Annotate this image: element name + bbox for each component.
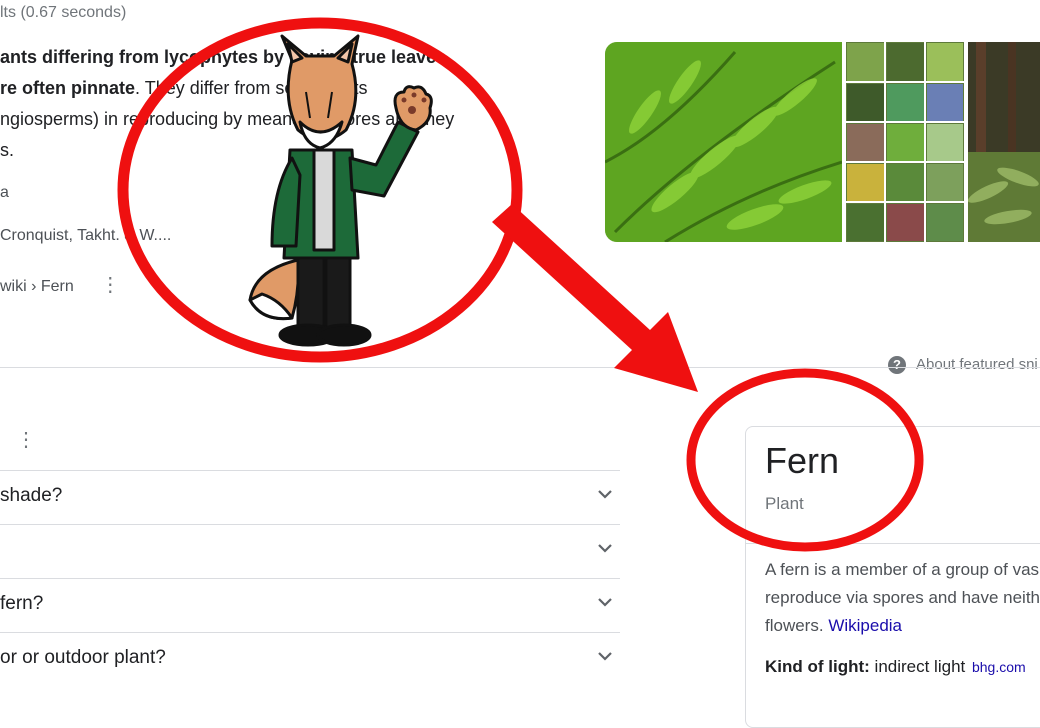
result-cite[interactable]: wiki › Fern ⋮ bbox=[0, 275, 120, 296]
chevron-down-icon bbox=[598, 598, 612, 607]
snippet-meta-2[interactable]: Cronquist, Takht. & W.... bbox=[0, 227, 171, 245]
paa-question-text: or or outdoor plant? bbox=[0, 647, 166, 668]
paa-question-text: shade? bbox=[0, 485, 63, 506]
result-stats: lts (0.67 seconds) bbox=[0, 4, 127, 21]
about-snippets-label[interactable]: About featured sni bbox=[916, 356, 1038, 373]
snippet-text-4: s. bbox=[0, 140, 15, 160]
kp-divider bbox=[745, 543, 1040, 544]
divider bbox=[0, 367, 1040, 368]
snippet-bold-2: re often pinnate bbox=[0, 78, 136, 98]
paa-question-3[interactable]: fern? bbox=[0, 578, 620, 633]
wikipedia-link[interactable]: Wikipedia bbox=[828, 616, 902, 635]
fern-collage-photo bbox=[846, 42, 964, 242]
kp-desc-line: A fern is a member of a group of vas bbox=[765, 560, 1040, 579]
help-icon: ? bbox=[888, 356, 906, 375]
kp-fact-light: Kind of light: indirect light bhg.com bbox=[765, 657, 1026, 677]
kp-desc-line: flowers. bbox=[765, 616, 824, 635]
fern-image-1[interactable] bbox=[605, 42, 842, 242]
kp-description: A fern is a member of a group of vas rep… bbox=[765, 556, 1040, 640]
chevron-down-icon bbox=[598, 544, 612, 553]
kp-desc-line: reproduce via spores and have neith bbox=[765, 588, 1040, 607]
fern-image-3[interactable] bbox=[968, 42, 1040, 242]
kp-fact-label: Kind of light: bbox=[765, 657, 870, 676]
snippet-text-2: . They differ from seed plants bbox=[135, 78, 368, 98]
chevron-down-icon bbox=[598, 652, 612, 661]
cite-text[interactable]: wiki › Fern bbox=[0, 278, 74, 295]
snippet-meta-1: a bbox=[0, 184, 9, 201]
about-featured-snippets[interactable]: ? About featured sni bbox=[888, 356, 1038, 375]
snippet-text-3: ngiosperms) in reproducing by means of s… bbox=[0, 109, 455, 129]
featured-snippet-text: ants differing from lycophytes by having… bbox=[0, 42, 560, 166]
snippet-bold-1: ants differing from lycophytes by having… bbox=[0, 47, 447, 67]
paa-question-4[interactable]: or or outdoor plant? bbox=[0, 632, 620, 687]
fern-photo-1 bbox=[605, 42, 842, 242]
fern-image-2[interactable] bbox=[846, 42, 964, 242]
paa-question-text: fern? bbox=[0, 593, 44, 614]
kp-title: Fern bbox=[765, 440, 840, 481]
forest-fern-photo bbox=[968, 42, 1040, 242]
paa-question-1[interactable]: shade? bbox=[0, 470, 620, 525]
paa-more-vert-icon[interactable]: ⋮ bbox=[16, 430, 36, 450]
paa-question-2[interactable] bbox=[0, 524, 620, 579]
kp-fact-source-link[interactable]: bhg.com bbox=[972, 659, 1026, 675]
chevron-down-icon bbox=[598, 490, 612, 499]
more-vert-icon[interactable]: ⋮ bbox=[100, 274, 120, 296]
kp-fact-value: indirect light bbox=[869, 657, 966, 676]
kp-subtitle: Plant bbox=[765, 494, 804, 513]
